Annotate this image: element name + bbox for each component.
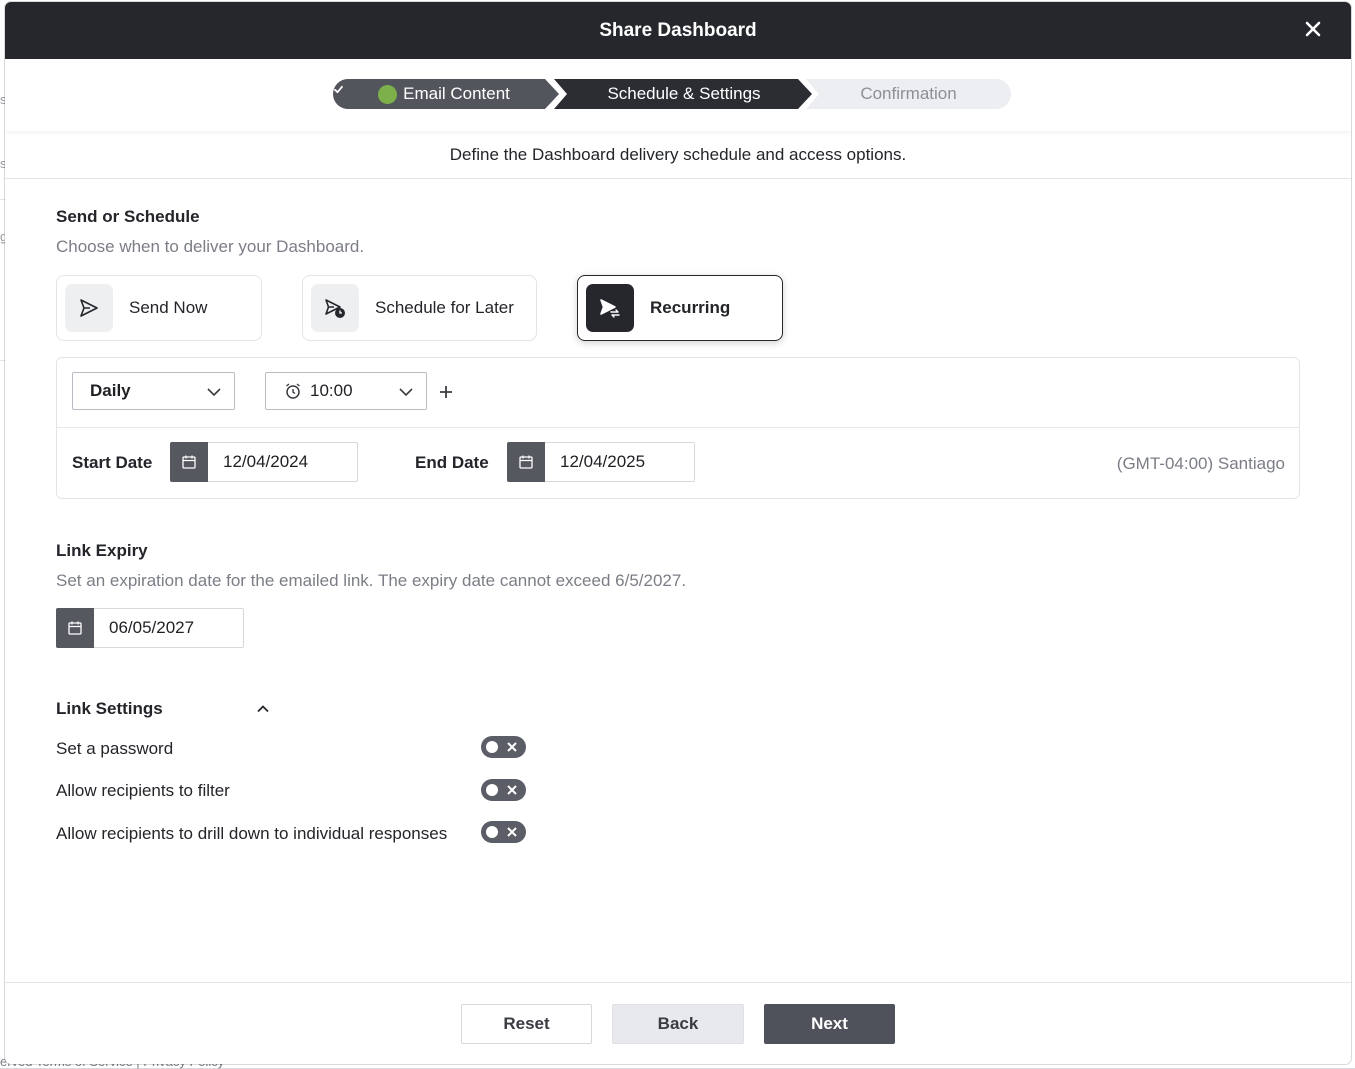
start-date-calendar-button[interactable] xyxy=(170,442,208,482)
chevron-down-icon xyxy=(207,388,221,397)
link-settings-collapse-button[interactable] xyxy=(256,702,270,721)
calendar-icon xyxy=(68,621,82,635)
modal-title: Share Dashboard xyxy=(599,20,757,41)
step-confirmation[interactable]: Confirmation xyxy=(806,79,1011,109)
divider xyxy=(5,178,1351,179)
toggle-knob xyxy=(486,826,498,838)
send-now-option[interactable]: Send Now xyxy=(56,275,262,341)
end-date-calendar-button[interactable] xyxy=(507,442,545,482)
x-icon xyxy=(507,827,517,837)
chevron-up-icon xyxy=(257,705,269,713)
allow-filter-label: Allow recipients to filter xyxy=(56,781,230,800)
footer-divider xyxy=(5,982,1351,983)
share-dashboard-modal: Share Dashboard Email Content Schedule &… xyxy=(5,2,1351,1064)
start-date-label: Start Date xyxy=(72,453,153,472)
time-dropdown[interactable]: 10:00 xyxy=(265,372,427,410)
x-icon xyxy=(507,742,517,752)
time-value: 10:00 xyxy=(310,381,353,400)
step-schedule-settings[interactable]: Schedule & Settings xyxy=(554,79,814,109)
plus-icon xyxy=(440,386,452,398)
step-label: Schedule & Settings xyxy=(607,84,761,103)
timezone-label: (GMT-04:00) Santiago xyxy=(1116,454,1285,473)
modal-subtitle: Define the Dashboard delivery schedule a… xyxy=(449,145,907,164)
stepper: Email Content Schedule & Settings Confir… xyxy=(5,59,1351,131)
toggle-knob xyxy=(486,741,498,753)
end-date-label: End Date xyxy=(415,453,489,472)
allow-filter-toggle[interactable] xyxy=(481,779,526,801)
send-section-title: Send or Schedule xyxy=(56,207,200,226)
toggle-knob xyxy=(486,784,498,796)
calendar-icon xyxy=(182,455,196,469)
link-expiry-date-field[interactable] xyxy=(56,608,244,648)
alarm-clock-icon xyxy=(286,383,300,399)
schedule-send-icon xyxy=(311,284,359,332)
schedule-later-option[interactable]: Schedule for Later xyxy=(302,275,537,341)
back-button[interactable]: Back xyxy=(612,1004,744,1044)
calendar-icon xyxy=(519,455,533,469)
modal-header: Share Dashboard xyxy=(5,2,1351,59)
chevron-down-icon xyxy=(399,388,413,397)
start-date-input[interactable] xyxy=(221,451,355,473)
set-password-label: Set a password xyxy=(56,739,174,758)
option-label: Schedule for Later xyxy=(375,298,514,317)
recurring-option[interactable]: Recurring xyxy=(577,275,783,341)
allow-drill-down-toggle[interactable] xyxy=(481,821,526,843)
close-button[interactable] xyxy=(1303,19,1323,39)
end-date-field[interactable] xyxy=(507,442,695,482)
option-label: Recurring xyxy=(650,298,731,317)
close-icon xyxy=(1305,21,1321,37)
link-expiry-title: Link Expiry xyxy=(56,541,148,560)
step-label: Confirmation xyxy=(860,84,957,103)
frequency-value: Daily xyxy=(90,381,131,400)
end-date-input[interactable] xyxy=(558,451,692,473)
set-password-toggle[interactable] xyxy=(481,736,526,758)
frequency-dropdown[interactable]: Daily xyxy=(72,372,235,410)
recurring-send-icon xyxy=(586,284,634,332)
send-section-description: Choose when to deliver your Dashboard. xyxy=(56,237,365,256)
allow-drill-down-label: Allow recipients to drill down to indivi… xyxy=(56,824,448,843)
link-settings-title: Link Settings xyxy=(56,699,163,718)
option-label: Send Now xyxy=(129,298,208,317)
step-label: Email Content xyxy=(403,84,510,103)
next-button[interactable]: Next xyxy=(764,1004,895,1044)
link-expiry-input[interactable] xyxy=(107,617,241,639)
check-circle-icon xyxy=(334,84,398,104)
x-icon xyxy=(507,785,517,795)
start-date-field[interactable] xyxy=(170,442,358,482)
reset-button[interactable]: Reset xyxy=(461,1004,592,1044)
link-expiry-description: Set an expiration date for the emailed l… xyxy=(56,571,687,590)
add-time-button[interactable] xyxy=(438,384,454,400)
step-email-content[interactable]: Email Content xyxy=(333,79,563,109)
divider xyxy=(57,427,1299,428)
link-expiry-calendar-button[interactable] xyxy=(56,608,94,648)
send-icon xyxy=(65,284,113,332)
